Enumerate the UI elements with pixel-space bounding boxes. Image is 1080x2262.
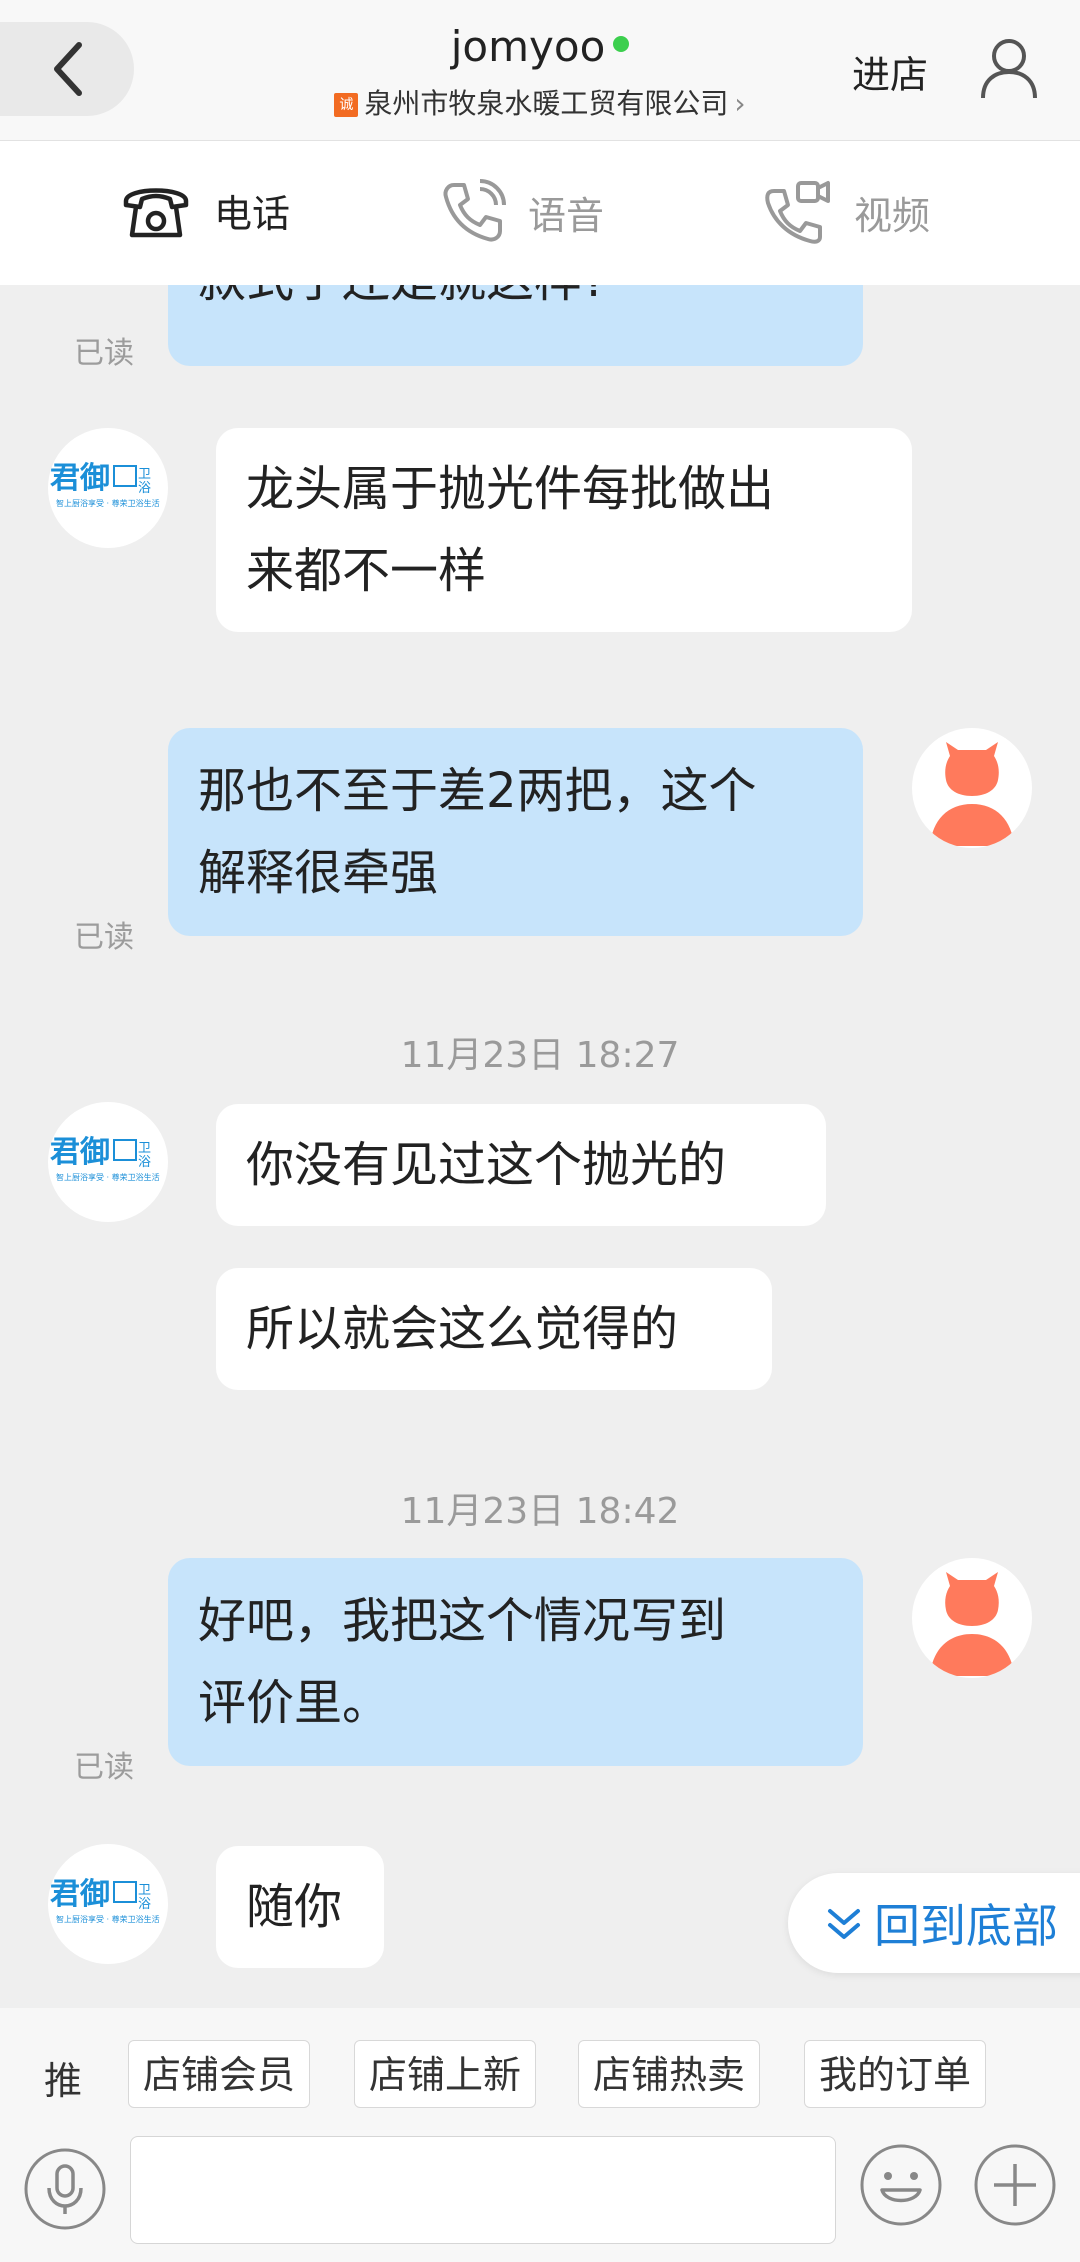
quick-actions-bar: 推 店铺会员 店铺上新 店铺热卖 我的订单 <box>0 2008 1080 2136</box>
online-status-dot <box>613 36 630 52</box>
user-avatar-icon <box>930 1572 1014 1676</box>
message-bubble-incoming[interactable]: 所以就会这么觉得的 <box>216 1268 772 1390</box>
video-call-button-overlay[interactable]: 视频 <box>762 179 930 245</box>
message-bubble-incoming[interactable]: 龙头属于抛光件每批做出 来都不一样 <box>216 428 912 632</box>
message-timestamp: 11月23日 18:27 <box>400 1035 680 1076</box>
svg-text:君御: 君御 <box>50 461 110 496</box>
message-bubble-outgoing[interactable]: 好吧，我把这个情况写到 评价里。 <box>168 1558 863 1766</box>
message-text-input[interactable] <box>130 2136 836 2244</box>
voice-input-button[interactable] <box>22 2146 108 2236</box>
chip-store-hot[interactable]: 店铺热卖 <box>578 2040 761 2108</box>
message-bubble-incoming[interactable]: 你没有见过这个抛光的 <box>216 1104 826 1226</box>
svg-text:智上厨浴享受 · 尊荣卫浴生活: 智上厨浴享受 · 尊荣卫浴生活 <box>56 1914 160 1924</box>
shop-avatar[interactable]: 君御 卫 浴 智上厨浴享受 · 尊荣卫浴生活 <box>48 428 168 548</box>
shop-avatar[interactable]: 君御 卫 浴 智上厨浴享受 · 尊荣卫浴生活 <box>48 1844 168 1964</box>
double-chevron-down-icon <box>828 1909 860 1939</box>
message-text: 所以就会这么觉得的 <box>246 1301 679 1357</box>
voice-label: 语音 <box>528 193 605 238</box>
message-text: 随你 <box>246 1879 343 1935</box>
my-avatar[interactable] <box>912 1558 1032 1678</box>
video-call-icon <box>765 181 830 244</box>
chip-store-new[interactable]: 店铺上新 <box>354 2040 537 2108</box>
shop-name: jomyoo <box>450 22 606 71</box>
shop-avatar[interactable]: 君御 卫 浴 智上厨浴享受 · 尊荣卫浴生活 <box>48 1102 168 1222</box>
svg-text:智上厨浴享受 · 尊荣卫浴生活: 智上厨浴享受 · 尊荣卫浴生活 <box>56 498 160 508</box>
voice-call-icon <box>443 179 506 242</box>
message-timestamp: 11月23日 18:42 <box>400 1491 680 1532</box>
user-profile-button[interactable] <box>980 36 1038 104</box>
message-line: 评价里。 <box>198 1675 391 1731</box>
voice-call-button-overlay[interactable]: 语音 <box>440 179 604 245</box>
emoji-button[interactable] <box>858 2142 944 2232</box>
microphone-icon <box>24 2148 106 2230</box>
shop-logo-icon: 君御 卫 浴 智上厨浴享受 · 尊荣卫浴生活 <box>50 461 160 508</box>
svg-text:浴: 浴 <box>138 1155 151 1170</box>
company-name: 泉州市牧泉水暖工贸有限公司 <box>364 87 729 120</box>
message-line: 解释很牵强 <box>198 845 439 901</box>
video-label: 视频 <box>854 193 931 238</box>
shop-logo-icon: 君御 卫 浴 智上厨浴享受 · 尊荣卫浴生活 <box>50 1135 160 1182</box>
svg-text:君御: 君御 <box>50 1135 110 1170</box>
back-to-bottom-label: 回到底部 <box>874 1899 1058 1953</box>
read-receipt: 已读 <box>74 920 134 955</box>
plus-icon <box>974 2144 1056 2226</box>
back-to-bottom-button[interactable]: 回到底部 <box>788 1873 1080 1973</box>
my-avatar[interactable] <box>912 728 1032 848</box>
telephone-icon <box>123 188 189 238</box>
svg-text:君御: 君御 <box>50 1877 110 1912</box>
phone-label: 电话 <box>214 191 291 236</box>
user-icon <box>981 39 1037 99</box>
svg-text:智上厨浴享受 · 尊荣卫浴生活: 智上厨浴享受 · 尊荣卫浴生活 <box>56 1172 160 1182</box>
chevron-right-icon: › <box>734 87 746 120</box>
more-actions-button[interactable] <box>972 2142 1058 2232</box>
chip-store-member[interactable]: 店铺会员 <box>128 2040 311 2108</box>
read-receipt: 已读 <box>74 336 134 371</box>
svg-text:卫: 卫 <box>138 1883 151 1898</box>
message-line: 来都不一样 <box>246 543 487 599</box>
emoji-icon <box>860 2144 942 2226</box>
chat-header: jomyoo 诚泉州市牧泉水暖工贸有限公司 › 进店 <box>0 0 1080 141</box>
user-avatar-icon <box>930 742 1014 846</box>
message-line: 龙头属于抛光件每批做出 <box>246 461 775 517</box>
message-bubble-outgoing[interactable]: 那也不至于差2两把，这个 解释很牵强 <box>168 728 863 936</box>
message-bubble-incoming[interactable]: 随你 <box>216 1846 384 1968</box>
chip-my-orders[interactable]: 我的订单 <box>804 2040 987 2108</box>
shop-logo-icon: 君御 卫 浴 智上厨浴享受 · 尊荣卫浴生活 <box>50 1877 160 1924</box>
call-options-bar-overlay: 电话 语音 视频 <box>0 141 1080 285</box>
read-receipt: 已读 <box>74 1750 134 1785</box>
message-text: 你没有见过这个抛光的 <box>246 1137 727 1193</box>
store-badge-icon: 诚 <box>334 93 359 117</box>
message-input-bar <box>0 2136 1080 2262</box>
phone-call-button-overlay[interactable]: 电话 <box>120 179 290 241</box>
recommend-label: 推 <box>44 2059 83 2103</box>
enter-store-button[interactable]: 进店 <box>852 44 928 99</box>
message-line: 好吧，我把这个情况写到 <box>198 1593 727 1649</box>
svg-text:卫: 卫 <box>138 1141 151 1156</box>
svg-text:卫: 卫 <box>138 467 151 482</box>
svg-text:浴: 浴 <box>138 481 151 496</box>
svg-text:浴: 浴 <box>138 1897 151 1912</box>
message-line: 那也不至于差2两把，这个 <box>198 763 757 819</box>
